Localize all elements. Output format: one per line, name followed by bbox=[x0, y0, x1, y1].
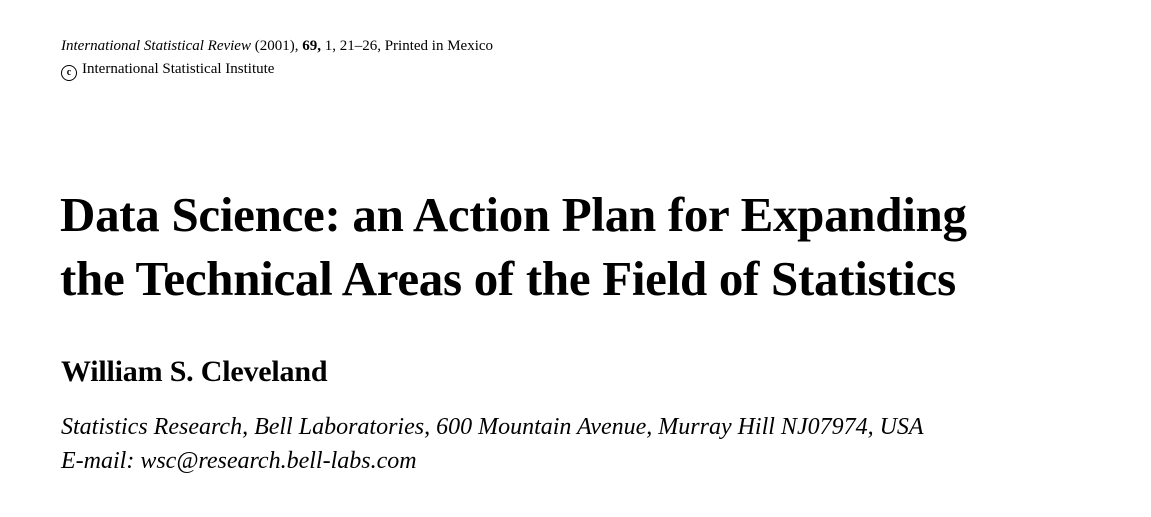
paper-page: International Statistical Review (2001),… bbox=[0, 0, 1151, 517]
journal-name: International Statistical Review bbox=[61, 38, 251, 54]
copyright-notice: c International Statistical Institute bbox=[61, 60, 274, 81]
copyright-icon: c bbox=[61, 65, 77, 81]
title-line-2: the Technical Areas of the Field of Stat… bbox=[60, 251, 956, 306]
author-email: E-mail: wsc@research.bell-labs.com bbox=[61, 448, 417, 474]
publication-year: (2001), bbox=[254, 38, 299, 54]
journal-volume: 69, bbox=[302, 38, 321, 54]
author-name: William S. Cleveland bbox=[61, 355, 328, 388]
journal-citation: International Statistical Review (2001),… bbox=[61, 37, 493, 55]
article-title: Data Science: an Action Plan for Expandi… bbox=[60, 183, 1140, 311]
issue-pages-info: 1, 21–26, Printed in Mexico bbox=[324, 38, 494, 54]
copyright-holder: International Statistical Institute bbox=[82, 61, 275, 77]
author-affiliation: Statistics Research, Bell Laboratories, … bbox=[61, 414, 924, 440]
title-line-1: Data Science: an Action Plan for Expandi… bbox=[60, 187, 967, 242]
